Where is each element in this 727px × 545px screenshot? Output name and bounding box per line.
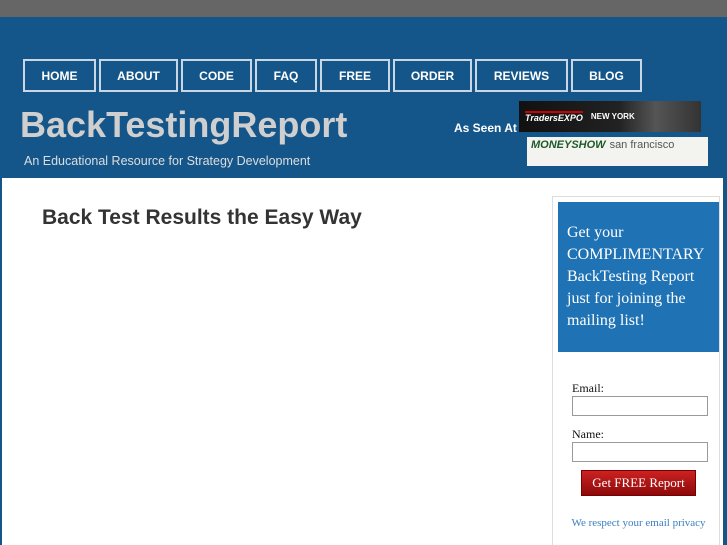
get-free-report-button[interactable]: Get FREE Report [581,470,696,496]
traders-expo-banner[interactable]: TradersEXPO NEW YORK [519,101,701,132]
nav-home[interactable]: HOME [23,59,96,92]
ad-brand: MONEYSHOW [531,139,606,151]
ad-city: NEW YORK [590,112,635,121]
nav-faq[interactable]: FAQ [255,59,317,92]
nav-free[interactable]: FREE [320,59,390,92]
promo-text: Get your COMPLIMENTARY BackTesting Repor… [558,202,719,352]
zigzag-edge [558,343,719,351]
privacy-link[interactable]: We respect your email privacy [558,517,719,529]
ad-city: san francisco [609,139,675,151]
nav-reviews[interactable]: REVIEWS [475,59,568,92]
site-tagline: An Educational Resource for Strategy Dev… [24,154,311,168]
moneyshow-banner[interactable]: MONEYSHOW san francisco [527,137,708,166]
email-label: Email: [572,381,604,395]
ad-brand: TradersEXPO [525,110,583,123]
nav-blog[interactable]: BLOG [571,59,642,92]
nav-code[interactable]: CODE [181,59,252,92]
nav-order[interactable]: ORDER [393,59,472,92]
nav-about[interactable]: ABOUT [99,59,178,92]
top-bar [0,0,727,17]
site-title[interactable]: BackTestingReport [20,104,347,146]
as-seen-at-label: As Seen At [454,121,517,135]
name-field[interactable] [572,442,708,462]
name-label: Name: [572,427,604,441]
page-title: Back Test Results the Easy Way [42,206,362,229]
email-field[interactable] [572,396,708,416]
